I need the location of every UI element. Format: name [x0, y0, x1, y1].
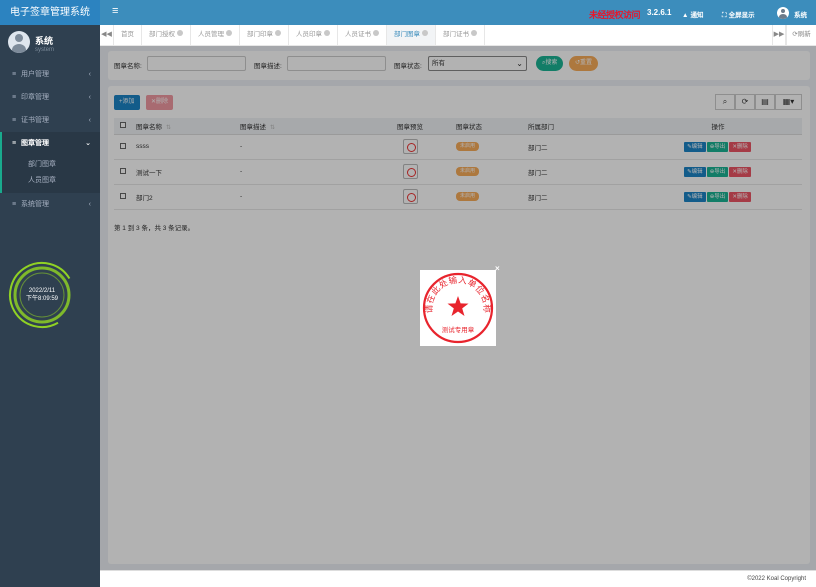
list-icon: ≡ [12, 117, 17, 124]
sidebar-item-cert-management[interactable]: ≡ 证书管理 ‹ [0, 109, 100, 132]
tab-dept-stamp[interactable]: 部门图章 [387, 25, 436, 45]
sidebar-item-label: 图章管理 [21, 140, 49, 147]
seal-bottom-text: 测试专用章 [442, 325, 475, 334]
list-icon: ≡ [12, 140, 17, 147]
close-icon[interactable]: × [495, 264, 500, 273]
sidebar-item-label: 证书管理 [21, 117, 49, 124]
app-title: 电子签章管理系统 [0, 0, 100, 25]
sidebar-item-label: 印章管理 [21, 94, 49, 101]
chevron-left-icon: ‹ [88, 94, 91, 101]
tab-dept-cert[interactable]: 部门证书 [436, 25, 485, 45]
tab-home[interactable]: 首页 [114, 25, 142, 45]
tab-label: 部门授权 [149, 31, 175, 38]
tab-label: 部门证书 [443, 31, 469, 38]
tab-label: 首页 [121, 31, 134, 38]
sidebar-subitem-person-stamp[interactable]: 人员图章 [2, 173, 100, 189]
clock-date: 2022/2/11 [28, 288, 56, 294]
bell-icon: ▲ [682, 12, 689, 19]
refresh-button[interactable]: ⟳刷新 [786, 25, 816, 45]
stamp-submenu: 部门图章 人员图章 [0, 155, 100, 193]
user-panel: 系统 system [0, 25, 100, 63]
close-icon[interactable] [422, 30, 428, 37]
fullscreen-link[interactable]: ⛶ 全屏显示 [722, 9, 755, 20]
sidebar-item-seal-management[interactable]: ≡ 印章管理 ‹ [0, 86, 100, 109]
header-marquee: 未经授权访问 [589, 10, 641, 20]
sidebar-item-label: 用户管理 [21, 71, 49, 78]
notify-label: 通知 [690, 12, 704, 19]
sidebar-menu: ≡ 用户管理 ‹ ≡ 印章管理 ‹ ≡ 证书管理 ‹ ≡ 图章管理 ⌄ 部门图章 人员图章 ≡ 系… [0, 63, 100, 216]
clock-text: 2022/2/11 下午8:09:59 [7, 287, 77, 303]
close-icon[interactable] [324, 30, 330, 37]
refresh-label: 刷新 [797, 31, 811, 38]
seal-image: 请在此处输入单位名称 测试专用章 [422, 272, 494, 344]
fullscreen-label: 全屏显示 [728, 12, 755, 19]
user-role: system [35, 47, 55, 53]
version-label: 3.2.6.1 [647, 8, 672, 17]
tab-person-seal[interactable]: 人员印章 [289, 25, 338, 45]
seal-star-icon [447, 296, 469, 316]
fullscreen-icon: ⛶ [722, 12, 727, 19]
copyright: ©2022 Koal Copyright [747, 576, 806, 582]
sidebar-item-user-management[interactable]: ≡ 用户管理 ‹ [0, 63, 100, 86]
close-icon[interactable] [177, 30, 183, 37]
footer: ©2022 Koal Copyright [100, 570, 816, 587]
tab-person-cert[interactable]: 人员证书 [338, 25, 387, 45]
sidebar-item-system-management[interactable]: ≡ 系统管理 ‹ [0, 193, 100, 216]
tab-dept-auth[interactable]: 部门授权 [142, 25, 191, 45]
list-icon: ≡ [12, 94, 17, 101]
avatar [8, 31, 30, 53]
close-icon[interactable] [275, 30, 281, 37]
clock-widget: 2022/2/11 下午8:09:59 [7, 258, 77, 332]
close-icon[interactable] [373, 30, 379, 37]
tabs-scroll-right-icon[interactable]: ▶▶ [772, 25, 786, 45]
clock-time: 下午8:09:59 [25, 296, 59, 302]
sidebar: 电子签章管理系统 系统 system ≡ 用户管理 ‹ ≡ 印章管理 ‹ ≡ 证书管理 ‹ … [0, 0, 100, 587]
chevron-left-icon: ‹ [88, 71, 91, 78]
user-menu-label[interactable]: 系统 [794, 9, 807, 19]
top-header: ≡ 未经授权访问 3.2.6.1 ▲ 通知 ⛶ 全屏显示 系统 [100, 0, 816, 25]
chevron-left-icon: ‹ [88, 201, 91, 208]
tab-label: 部门印章 [247, 31, 273, 38]
list-icon: ≡ [12, 201, 17, 208]
seal-preview-lightbox: 请在此处输入单位名称 测试专用章 [420, 270, 496, 346]
tab-label: 人员印章 [296, 31, 322, 38]
menu-toggle-icon[interactable]: ≡ [112, 5, 118, 17]
sidebar-item-label: 系统管理 [21, 201, 49, 208]
sidebar-item-stamp-management[interactable]: ≡ 图章管理 ⌄ [0, 132, 100, 155]
list-icon: ≡ [12, 71, 17, 78]
notify-link[interactable]: ▲ 通知 [682, 9, 703, 19]
user-name: 系统 [35, 36, 54, 46]
tab-list: 首页 部门授权 人员管理 部门印章 人员印章 人员证书 部门图章 部门证书 [114, 25, 485, 45]
close-icon[interactable] [471, 30, 477, 37]
tabs-scroll-left-icon[interactable]: ◀◀ [100, 25, 114, 45]
chevron-down-icon: ⌄ [85, 140, 91, 147]
tab-person-management[interactable]: 人员管理 [191, 25, 240, 45]
tab-label: 人员管理 [198, 31, 224, 38]
sidebar-subitem-dept-stamp[interactable]: 部门图章 [2, 157, 100, 173]
chevron-left-icon: ‹ [88, 117, 91, 124]
tab-label: 人员证书 [345, 31, 371, 38]
tab-dept-seal[interactable]: 部门印章 [240, 25, 289, 45]
tab-label: 部门图章 [394, 31, 420, 38]
tabs-bar: ◀◀ 首页 部门授权 人员管理 部门印章 人员印章 人员证书 部门图章 部门证书… [100, 25, 816, 46]
close-icon[interactable] [226, 30, 232, 37]
header-avatar[interactable] [777, 7, 789, 19]
